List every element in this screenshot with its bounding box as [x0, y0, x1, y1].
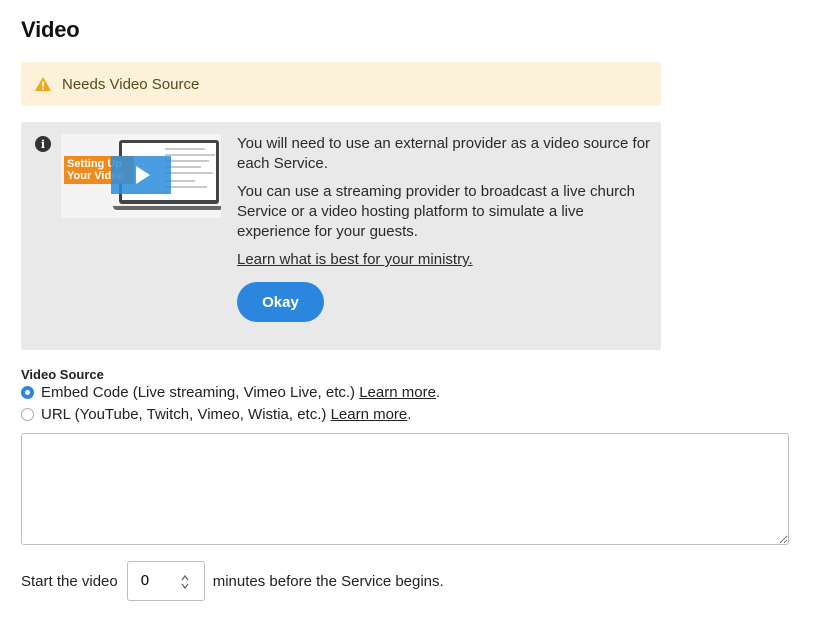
- info-icon: i: [35, 136, 51, 152]
- info-text: You will need to use an external provide…: [237, 134, 651, 278]
- needs-source-banner: Needs Video Source: [21, 62, 661, 106]
- stepper-arrows-icon[interactable]: [180, 574, 190, 590]
- minutes-input[interactable]: [127, 562, 178, 598]
- url-suffix: .: [407, 406, 412, 423]
- url-label: URL (YouTube, Twitch, Vimeo, Wistia, etc…: [41, 406, 327, 423]
- embed-code-label: Embed Code (Live streaming, Vimeo Live, …: [41, 384, 356, 401]
- okay-button[interactable]: Okay: [237, 282, 324, 322]
- video-source-label: Video Source: [21, 367, 104, 382]
- play-icon[interactable]: [111, 156, 171, 194]
- start-video-row: Start the video minutes before the Servi…: [21, 561, 444, 601]
- url-option[interactable]: URL (YouTube, Twitch, Vimeo, Wistia, etc…: [21, 406, 411, 423]
- start-suffix: minutes before the Service begins.: [212, 572, 444, 590]
- laptop-base: [113, 206, 221, 210]
- embed-code-radio[interactable]: [21, 386, 34, 399]
- start-prefix: Start the video: [21, 572, 118, 590]
- ministry-help-link[interactable]: Learn what is best for your ministry.: [237, 251, 473, 268]
- url-learn-more-link[interactable]: Learn more: [331, 406, 408, 423]
- embed-suffix: .: [435, 384, 441, 401]
- embed-learn-more-link[interactable]: Learn more: [359, 384, 436, 401]
- url-radio[interactable]: [21, 408, 34, 421]
- info-paragraph-2: You can use a streaming provider to broa…: [237, 183, 636, 240]
- tutorial-video-thumbnail[interactable]: Setting Up Your Video: [61, 134, 221, 218]
- warning-text: Needs Video Source: [62, 75, 200, 93]
- page-title: Video: [21, 17, 80, 42]
- video-info-panel: i Setting Up Your Video You will need to…: [21, 122, 661, 350]
- warning-triangle-icon: [34, 76, 52, 92]
- embed-code-option[interactable]: Embed Code (Live streaming, Vimeo Live, …: [21, 384, 440, 401]
- info-paragraph-1: You will need to use an external provide…: [237, 135, 651, 172]
- embed-code-textarea[interactable]: [21, 433, 789, 545]
- minutes-stepper[interactable]: [126, 561, 205, 601]
